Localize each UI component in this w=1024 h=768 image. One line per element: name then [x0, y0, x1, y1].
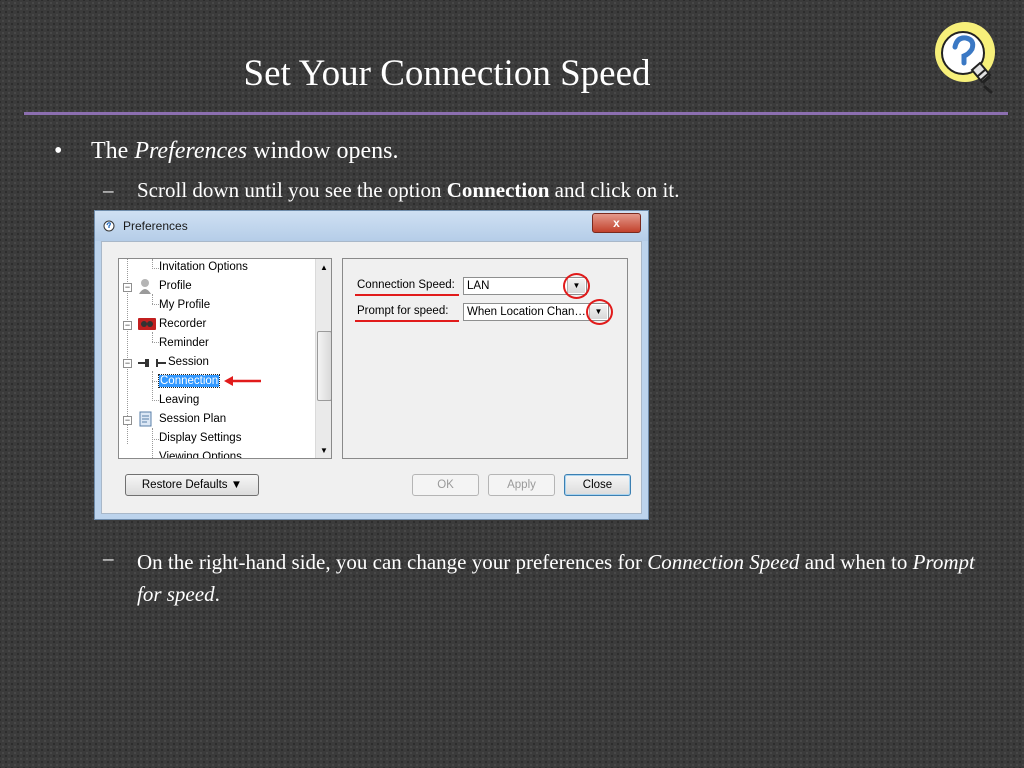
scroll-down-icon[interactable]: ▼ — [320, 446, 328, 455]
tree-connector — [152, 400, 159, 401]
tree-connector — [152, 342, 159, 343]
window-titlebar: Preferences x — [95, 211, 648, 241]
profile-person-icon — [139, 279, 151, 294]
prompt-for-speed-value: When Location Chan… — [467, 306, 586, 318]
connection-settings-panel: Connection Speed: LAN ▼ Prompt for speed… — [342, 258, 628, 459]
dropdown-arrow-icon: ▼ — [230, 479, 243, 491]
slide-title: Set Your Connection Speed — [243, 53, 651, 94]
tree-connector — [152, 294, 153, 304]
tree-connector — [152, 428, 153, 458]
prompt-for-speed-label: Prompt for speed: — [357, 305, 449, 317]
tree-item-my-profile[interactable]: My Profile — [159, 297, 210, 314]
annotation-underline — [355, 294, 459, 296]
sub-bullet-marker: – — [103, 546, 114, 570]
tree-item-invitation-options[interactable]: Invitation Options — [159, 259, 248, 276]
tree-collapse-icon[interactable]: − — [123, 359, 132, 368]
connection-speed-value: LAN — [467, 280, 490, 292]
tree-collapse-icon[interactable]: − — [123, 321, 132, 330]
bullet-marker: • — [54, 138, 63, 164]
tree-collapse-icon[interactable]: − — [123, 283, 132, 292]
tree-item-display-settings[interactable]: Display Settings — [159, 430, 241, 447]
window-title: Preferences — [123, 219, 188, 233]
annotation-underline — [355, 320, 459, 322]
bullet-text: The Preferences window opens. — [91, 138, 399, 164]
lightbulb-logo-icon — [935, 22, 995, 94]
tree-connector — [152, 304, 159, 305]
restore-defaults-button[interactable]: Restore Defaults ▼ — [125, 474, 259, 496]
tree-connector — [152, 332, 153, 342]
tree-item-viewing-options[interactable]: Viewing Options — [159, 449, 242, 458]
session-plan-icon — [139, 411, 152, 427]
tree-scrollbar[interactable]: ▲ ▼ — [315, 259, 331, 458]
sub-bullet-marker: – — [103, 178, 114, 202]
window-close-button[interactable]: x — [592, 213, 641, 233]
title-divider — [24, 112, 1008, 115]
tree-connector — [152, 268, 159, 269]
scroll-up-icon[interactable]: ▲ — [320, 263, 328, 272]
tree-item-profile[interactable]: Profile — [159, 278, 192, 295]
annotation-circle — [586, 299, 613, 325]
app-icon — [103, 220, 115, 232]
tree-item-recorder[interactable]: Recorder — [159, 316, 206, 333]
preferences-tree: Invitation Options − Profile My Profile … — [118, 258, 332, 459]
tree-item-session[interactable]: Session — [168, 354, 209, 371]
annotation-arrow-left-icon — [224, 376, 261, 386]
tree-connector — [152, 381, 159, 382]
annotation-circle — [563, 273, 590, 299]
recorder-icon — [138, 318, 156, 330]
tree-item-leaving[interactable]: Leaving — [159, 392, 199, 409]
tree-item-reminder[interactable]: Reminder — [159, 335, 209, 352]
tree-collapse-icon[interactable]: − — [123, 416, 132, 425]
tree-item-session-plan[interactable]: Session Plan — [159, 411, 226, 428]
close-button[interactable]: Close — [564, 474, 631, 496]
window-client-area: Invitation Options − Profile My Profile … — [101, 241, 642, 514]
tree-connector — [152, 371, 153, 401]
preferences-window: Preferences x Invitation Options − Profi… — [94, 210, 649, 520]
session-plug-icon — [138, 359, 166, 367]
tree-item-connection[interactable]: Connection — [157, 373, 221, 390]
sub-bullet-text: On the right-hand side, you can change y… — [137, 550, 975, 606]
scroll-thumb[interactable] — [317, 331, 331, 401]
tree-connector — [152, 439, 159, 440]
connection-speed-label: Connection Speed: — [357, 279, 455, 291]
ok-button[interactable]: OK — [412, 474, 479, 496]
sub-bullet-text: Scroll down until you see the option Con… — [137, 178, 680, 202]
apply-button[interactable]: Apply — [488, 474, 555, 496]
